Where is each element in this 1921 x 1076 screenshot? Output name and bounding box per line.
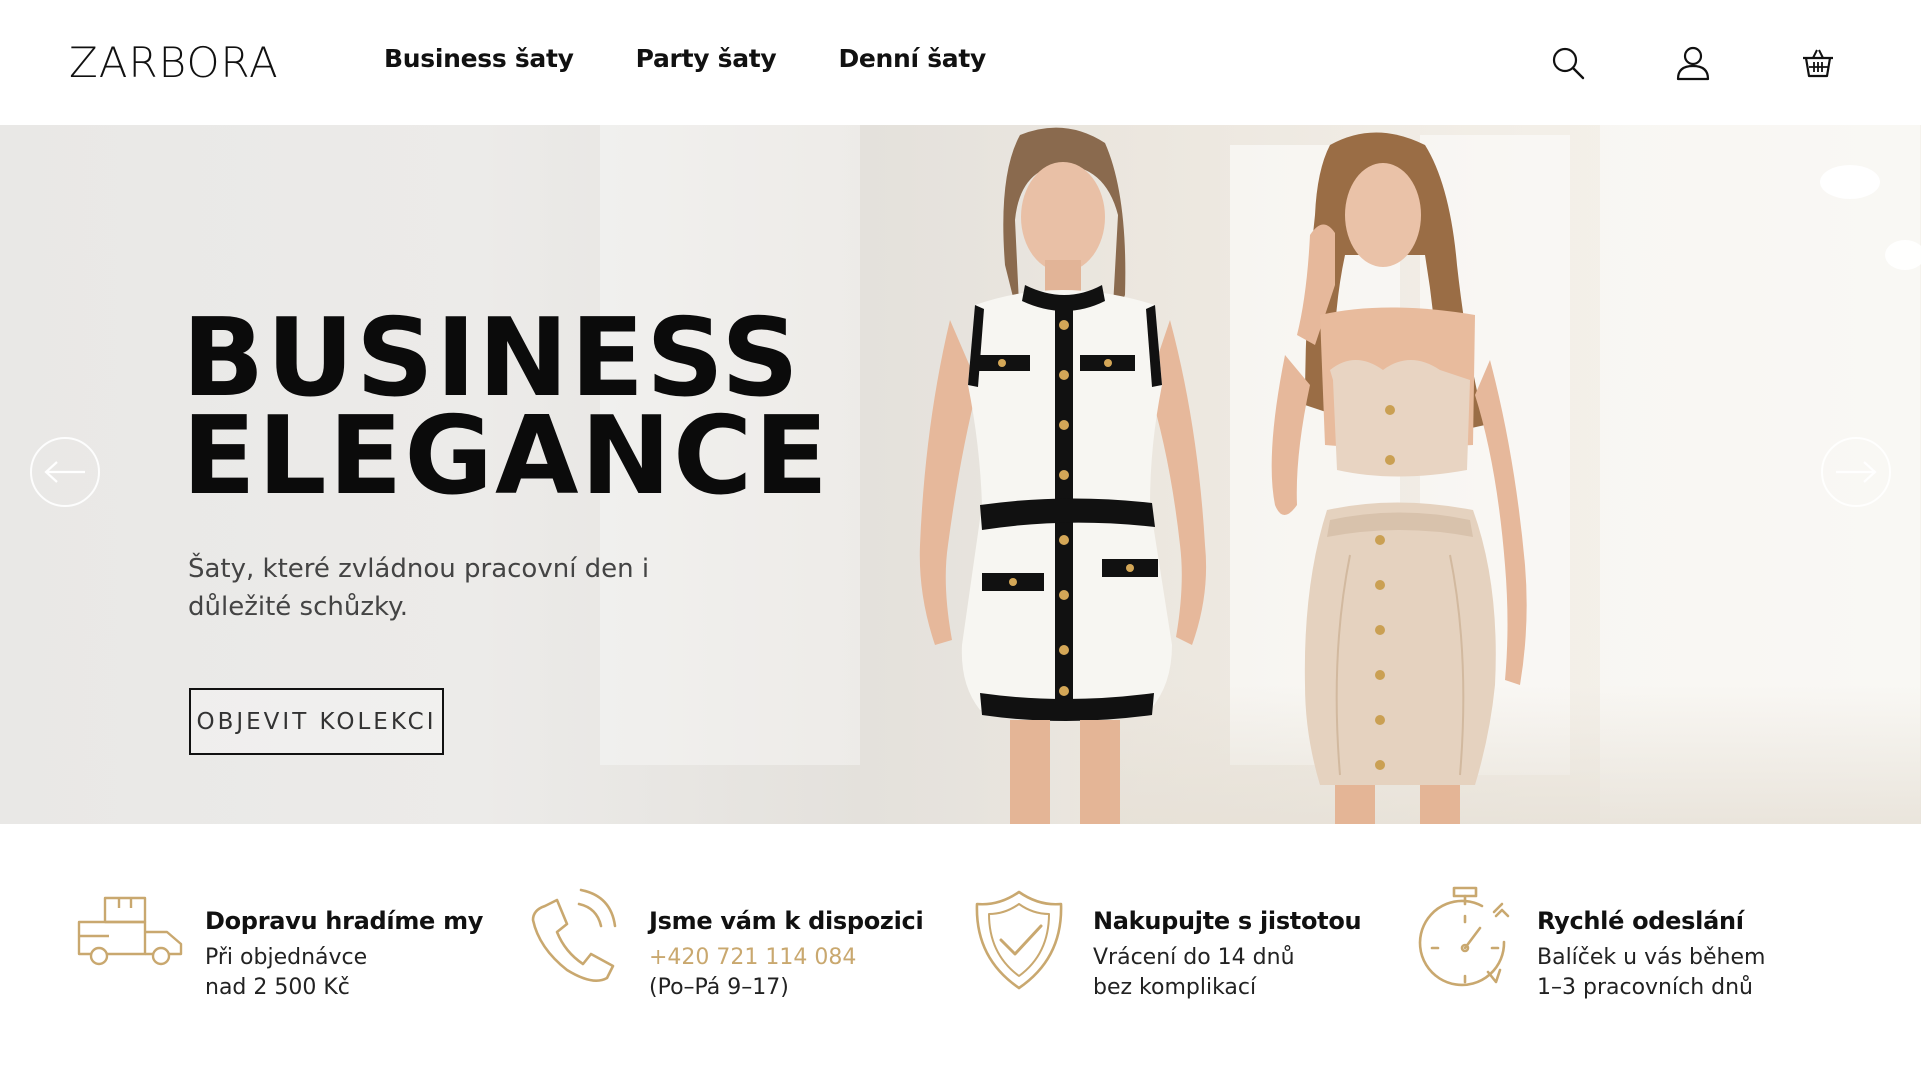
ceiling-light — [1820, 165, 1880, 199]
feature-line: 1–3 pracovních dnů — [1537, 975, 1753, 1000]
arrow-right-icon — [1836, 461, 1877, 483]
discover-collection-button[interactable]: OBJEVIT KOLEKCI — [189, 688, 444, 755]
nav-item-party-saty[interactable]: Party šaty — [636, 44, 777, 73]
carousel-prev-button[interactable] — [30, 437, 100, 507]
basket-icon[interactable] — [1797, 42, 1839, 84]
feature-line: Balíček u vás během — [1537, 945, 1766, 970]
ceiling-light — [1885, 240, 1921, 270]
nav-item-denni-saty[interactable]: Denní šaty — [838, 44, 986, 73]
feature-line: bez komplikací — [1093, 975, 1257, 1000]
feature-line: Vrácení do 14 dnů — [1093, 945, 1295, 970]
hero-title: BUSINESS ELEGANCE — [182, 305, 830, 511]
feature-title: Nakupujte s jistotou — [1093, 907, 1362, 935]
feature-line: nad 2 500 Kč — [205, 975, 350, 1000]
hero-subtitle: Šaty, které zvládnou pracovní den i důle… — [188, 554, 650, 622]
features-bar: Dopravu hradíme my Při objednávce nad 2 … — [0, 824, 1921, 1076]
feature-title: Dopravu hradíme my — [205, 907, 484, 935]
site-header: ZARBORA Business šaty Party šaty Denní š… — [0, 0, 1921, 125]
search-icon[interactable] — [1547, 42, 1589, 84]
model-white-dress-image — [919, 127, 1207, 824]
phone-icon — [531, 888, 617, 982]
user-icon[interactable] — [1672, 42, 1714, 84]
delivery-truck-icon — [77, 896, 183, 966]
phone-number-link[interactable]: +420 721 114 084 — [649, 943, 923, 973]
feature-title: Rychlé odeslání — [1537, 907, 1744, 935]
carousel-next-button[interactable] — [1821, 437, 1891, 507]
shield-check-icon — [975, 890, 1063, 990]
feature-title: Jsme vám k dispozici — [649, 907, 924, 935]
stopwatch-icon — [1418, 886, 1510, 987]
model-beige-dress-image — [1271, 132, 1527, 824]
hero-title-line-2: ELEGANCE — [182, 394, 831, 519]
nav-item-business-saty[interactable]: Business šaty — [384, 44, 574, 73]
hero-banner: BUSINESS ELEGANCE Šaty, které zvládnou p… — [0, 125, 1921, 824]
feature-line: Při objednávce — [205, 945, 368, 970]
feature-line: (Po–Pá 9–17) — [649, 975, 789, 1000]
arrow-left-icon — [44, 461, 85, 483]
brand-logo[interactable]: ZARBORA — [69, 38, 279, 87]
main-nav: Business šaty Party šaty Denní šaty — [384, 44, 986, 73]
